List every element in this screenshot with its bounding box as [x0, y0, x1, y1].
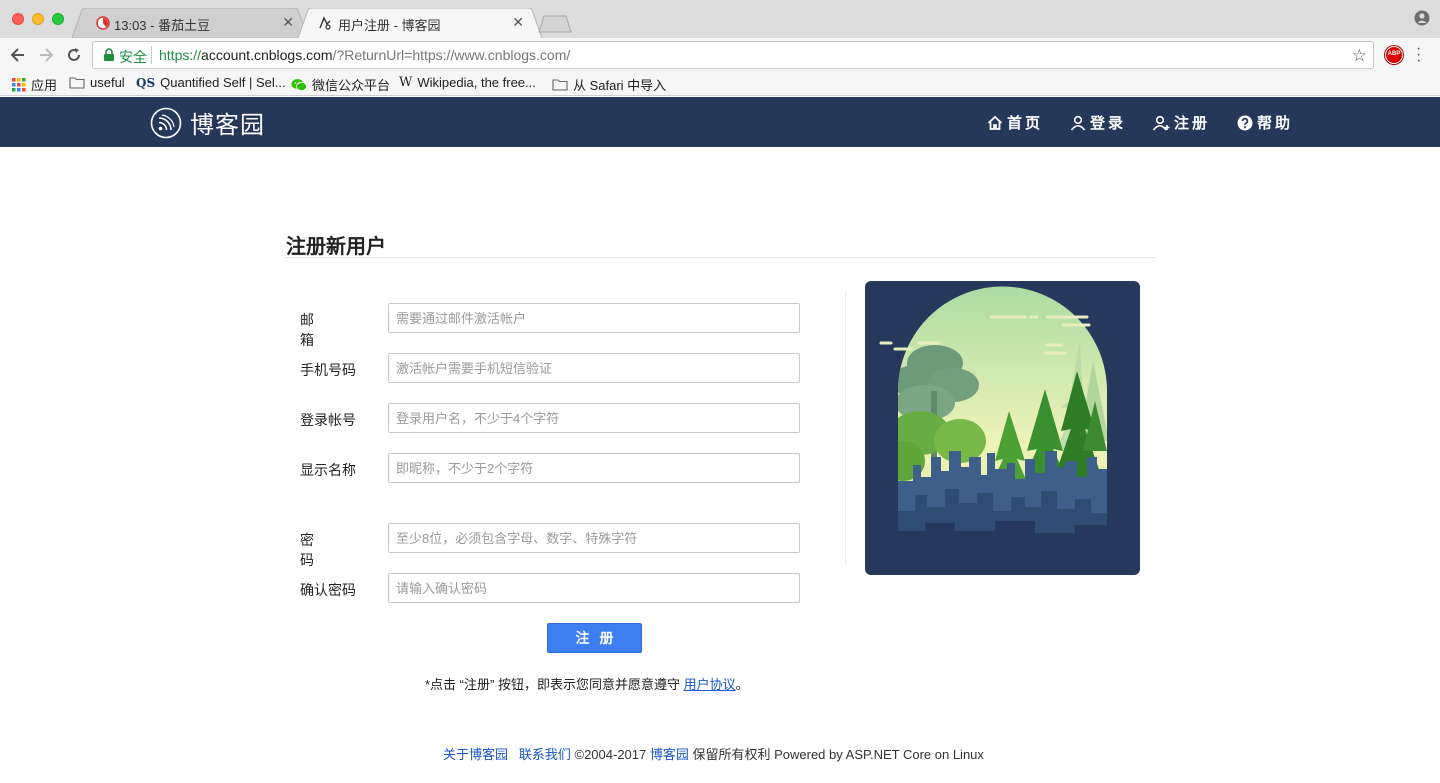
window-zoom-button[interactable] — [52, 13, 64, 25]
adblock-extension-icon[interactable]: ABP — [1385, 46, 1403, 64]
bookmark-label: useful — [90, 75, 125, 90]
login-account-label: 登录帐号 — [300, 412, 356, 428]
user-add-icon — [1153, 115, 1170, 131]
forest-illustration — [865, 281, 1140, 575]
nav-label: 帮助 — [1257, 115, 1294, 132]
copyright-text: ©2004-2017 — [570, 747, 650, 762]
email-field[interactable] — [388, 303, 800, 333]
nav-register[interactable]: 注册 — [1153, 112, 1210, 133]
tomato-favicon-icon — [96, 16, 110, 30]
page-title: 注册新用户 — [286, 234, 386, 258]
address-bar[interactable]: 安全 https://account.cnblogs.com/?ReturnUr… — [92, 41, 1374, 69]
bookmark-star-icon[interactable]: ☆ — [1352, 46, 1367, 66]
confirm-password-field[interactable] — [388, 573, 800, 603]
profile-icon[interactable] — [1414, 10, 1430, 26]
contact-link[interactable]: 联系我们 — [519, 747, 571, 762]
nav-home[interactable]: 首页 — [987, 112, 1043, 133]
bookmark-label: Wikipedia, the free... — [417, 75, 536, 90]
wikipedia-icon: W — [399, 75, 413, 90]
password-field[interactable] — [388, 523, 800, 553]
bookmark-label: 微信公众平台 — [312, 78, 391, 93]
close-icon[interactable]: ✕ — [282, 14, 294, 31]
agreement-suffix: 。 — [735, 677, 749, 692]
cnblogs-favicon-icon — [319, 16, 331, 30]
bookmark-label: Quantified Self | Sel... — [160, 75, 286, 90]
back-arrow-icon[interactable] — [8, 45, 28, 65]
user-icon — [1070, 115, 1086, 131]
site-logo[interactable]: 博客园 — [150, 105, 265, 140]
nav-label: 首页 — [1007, 115, 1044, 132]
bookmarks-bar: 应用 useful QS Quantified Self | Sel... 微信… — [0, 72, 1440, 96]
about-link[interactable]: 关于博客园 — [443, 747, 508, 762]
browser-menu-icon[interactable]: · · · — [1416, 41, 1421, 69]
apps-grid-icon — [12, 77, 26, 91]
display-name-label: 显示名称 — [300, 462, 356, 478]
agreement-notice: *点击 “注册” 按钮，即表示您同意并愿意遵守 用户协议。 — [425, 674, 749, 693]
new-tab-button[interactable] — [538, 15, 572, 33]
folder-icon — [552, 79, 568, 91]
url-separator — [151, 46, 152, 64]
bookmark-useful-folder[interactable]: useful — [69, 75, 125, 90]
bookmark-wikipedia[interactable]: W Wikipedia, the free... — [399, 75, 536, 90]
phone-field[interactable] — [388, 353, 800, 383]
browser-tab-register[interactable]: 用户注册 - 博客园 ✕ — [298, 8, 542, 38]
site-home-link[interactable]: 博客园 — [650, 747, 689, 762]
lock-icon — [104, 48, 114, 61]
nav-help[interactable]: 帮助 — [1237, 112, 1293, 133]
forward-arrow-icon[interactable] — [36, 45, 56, 65]
browser-tab-tomato[interactable]: 13:03 - 番茄土豆 ✕ — [72, 8, 308, 38]
confirm-password-label: 确认密码 — [300, 582, 356, 598]
rights-text: 保留所有权利 Powered by ASP.NET Core on Linux — [688, 747, 984, 762]
page-footer: 关于博客园 联系我们 ©2004-2017 博客园 保留所有权利 Powered… — [443, 744, 984, 763]
nav-label: 登录 — [1090, 115, 1127, 132]
site-header: 博客园 首页 登录 注册 帮助 — [0, 97, 1440, 147]
bookmark-quantified-self[interactable]: QS Quantified Self | Sel... — [136, 75, 286, 90]
url-path: /?ReturnUrl=https://www.cnblogs.com/ — [332, 47, 571, 63]
bookmark-label: 从 Safari 中导入 — [573, 78, 667, 93]
window-close-button[interactable] — [12, 13, 24, 25]
title-divider — [284, 257, 1156, 258]
display-name-field[interactable] — [388, 453, 800, 483]
qs-icon: QS — [136, 75, 156, 90]
bookmark-wechat[interactable]: 微信公众平台 — [291, 75, 390, 94]
reload-icon[interactable] — [64, 45, 84, 65]
secure-label: 安全 — [119, 49, 147, 65]
login-account-field[interactable] — [388, 403, 800, 433]
column-divider — [845, 292, 846, 564]
phone-label: 手机号码 — [300, 362, 356, 378]
email-label: 邮箱 — [300, 312, 334, 348]
logo-text: 博客园 — [190, 111, 265, 139]
url-scheme: https:// — [159, 47, 202, 63]
home-icon — [987, 115, 1003, 130]
bookmark-apps[interactable]: 应用 — [12, 75, 57, 94]
register-submit-button[interactable]: 注册 — [547, 623, 642, 653]
bookmark-safari-import-folder[interactable]: 从 Safari 中导入 — [552, 75, 666, 94]
tab-title: 13:03 - 番茄土豆 — [114, 18, 211, 33]
browser-tab-bar: 13:03 - 番茄土豆 ✕ 用户注册 - 博客园 ✕ — [0, 0, 1440, 38]
nav-label: 注册 — [1174, 115, 1211, 132]
url-text[interactable]: https://account.cnblogs.com/?ReturnUrl=h… — [159, 47, 570, 63]
agreement-text: *点击 “注册” 按钮，即表示您同意并愿意遵守 — [425, 677, 684, 692]
nav-login[interactable]: 登录 — [1070, 112, 1126, 133]
tab-title: 用户注册 - 博客园 — [338, 18, 441, 33]
password-label: 密码 — [300, 532, 334, 568]
folder-icon — [69, 77, 85, 89]
url-host: account.cnblogs.com — [201, 47, 333, 63]
bookmark-label: 应用 — [31, 78, 58, 93]
cnblogs-logo-icon — [150, 107, 182, 138]
user-agreement-link[interactable]: 用户协议 — [684, 677, 736, 692]
wechat-icon — [291, 78, 307, 91]
close-icon[interactable]: ✕ — [512, 14, 524, 31]
window-minimize-button[interactable] — [32, 13, 44, 25]
help-icon — [1237, 115, 1253, 130]
